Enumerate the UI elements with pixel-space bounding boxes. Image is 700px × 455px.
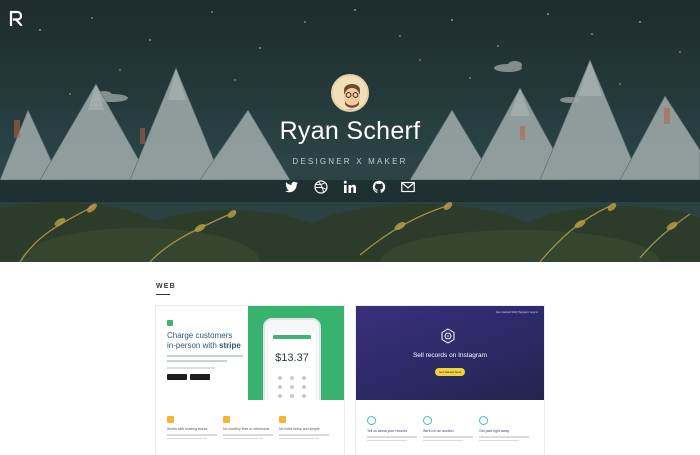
get-started-button: Get Started Now [435, 368, 465, 376]
feature-icon [223, 416, 230, 423]
avatar [331, 74, 369, 112]
linkedin-icon[interactable] [343, 180, 357, 194]
feature-list: Tell us about your records We'll run an … [356, 400, 544, 455]
section-divider [156, 294, 170, 295]
text-placeholder-line [479, 439, 519, 441]
text-placeholder-line [167, 437, 207, 439]
project-preview: Charge customers in-person with stripe $… [156, 306, 344, 418]
keypad-key [290, 376, 294, 380]
text-placeholder-line [167, 355, 243, 357]
phone-screen: $13.37 [269, 332, 315, 408]
site-logo-icon[interactable] [9, 10, 23, 26]
portfolio-page: Ryan Scherf DESIGNER X MAKER WEB Charge … [0, 0, 700, 455]
text-placeholder-line [279, 434, 329, 436]
feature-list: Works with existing stores No monthly fe… [156, 400, 344, 455]
text-placeholder-line [167, 360, 227, 362]
headline-line-2: in-person with [167, 341, 217, 350]
feature-title: No monthly fees or minimums [223, 427, 270, 431]
text-placeholder-line [423, 439, 463, 441]
feature-icon [279, 416, 286, 423]
headline-line-1: Charge customers [167, 331, 233, 340]
keypad-key [302, 385, 306, 389]
feature-icon [167, 416, 174, 423]
preview-headline: Charge customers in-person with stripe [167, 331, 247, 351]
feature-icon [423, 416, 432, 425]
feature-title: Tell us about your records [367, 429, 408, 433]
app-store-badge [167, 374, 187, 380]
text-placeholder-line [223, 434, 273, 436]
section-title: WEB [156, 283, 176, 290]
github-icon[interactable] [372, 180, 386, 194]
preview-headline: Sell records on Instagram [412, 352, 488, 359]
dribbble-icon[interactable] [314, 180, 328, 194]
text-placeholder-line [279, 437, 319, 439]
profile-role: DESIGNER X MAKER [292, 157, 408, 166]
text-placeholder-line [367, 439, 407, 441]
feature-title: We'll run an auction [423, 429, 454, 433]
text-placeholder-line [367, 436, 417, 438]
email-icon[interactable] [401, 180, 415, 194]
feature-icon [367, 416, 376, 425]
text-placeholder-line [167, 367, 215, 369]
play-store-badge [190, 374, 210, 380]
brand-name: stripe [219, 341, 241, 350]
feature-item: Works with existing stores [167, 416, 217, 439]
twitter-icon[interactable] [285, 180, 299, 194]
feature-item: We'll run an auction [423, 416, 473, 441]
charge-amount: $13.37 [275, 352, 309, 364]
feature-title: Get paid right away [479, 429, 510, 433]
keypad-key [278, 376, 282, 380]
phone-header-bar [273, 335, 311, 339]
text-placeholder-line [223, 437, 263, 439]
preview-nav: Get started FAQ Support Log in [495, 310, 538, 314]
social-links [285, 179, 415, 195]
keypad-key [278, 385, 282, 389]
feature-title: No extra setup and simple [279, 427, 320, 431]
keypad-key [302, 376, 306, 380]
record-logo-icon [441, 328, 455, 344]
project-card-stripe[interactable]: Charge customers in-person with stripe $… [156, 306, 344, 455]
feature-title: Works with existing stores [167, 427, 208, 431]
text-placeholder-line [423, 436, 473, 438]
keypad-key [290, 385, 294, 389]
app-icon [167, 320, 173, 326]
feature-item: No extra setup and simple [279, 416, 329, 439]
keypad-key [278, 394, 282, 398]
keypad-key [290, 394, 294, 398]
feature-item: No monthly fees or minimums [223, 416, 273, 439]
project-preview: Get started FAQ Support Log in Sell reco… [356, 306, 544, 400]
text-placeholder-line [479, 436, 529, 438]
project-card-instagram[interactable]: Get started FAQ Support Log in Sell reco… [356, 306, 544, 455]
hero-banner: Ryan Scherf DESIGNER X MAKER [0, 0, 700, 262]
text-placeholder-line [167, 434, 217, 436]
feature-item: Get paid right away [479, 416, 529, 441]
feature-item: Tell us about your records [367, 416, 417, 441]
keypad-key [302, 394, 306, 398]
profile-name: Ryan Scherf [279, 117, 421, 145]
feature-icon [479, 416, 488, 425]
